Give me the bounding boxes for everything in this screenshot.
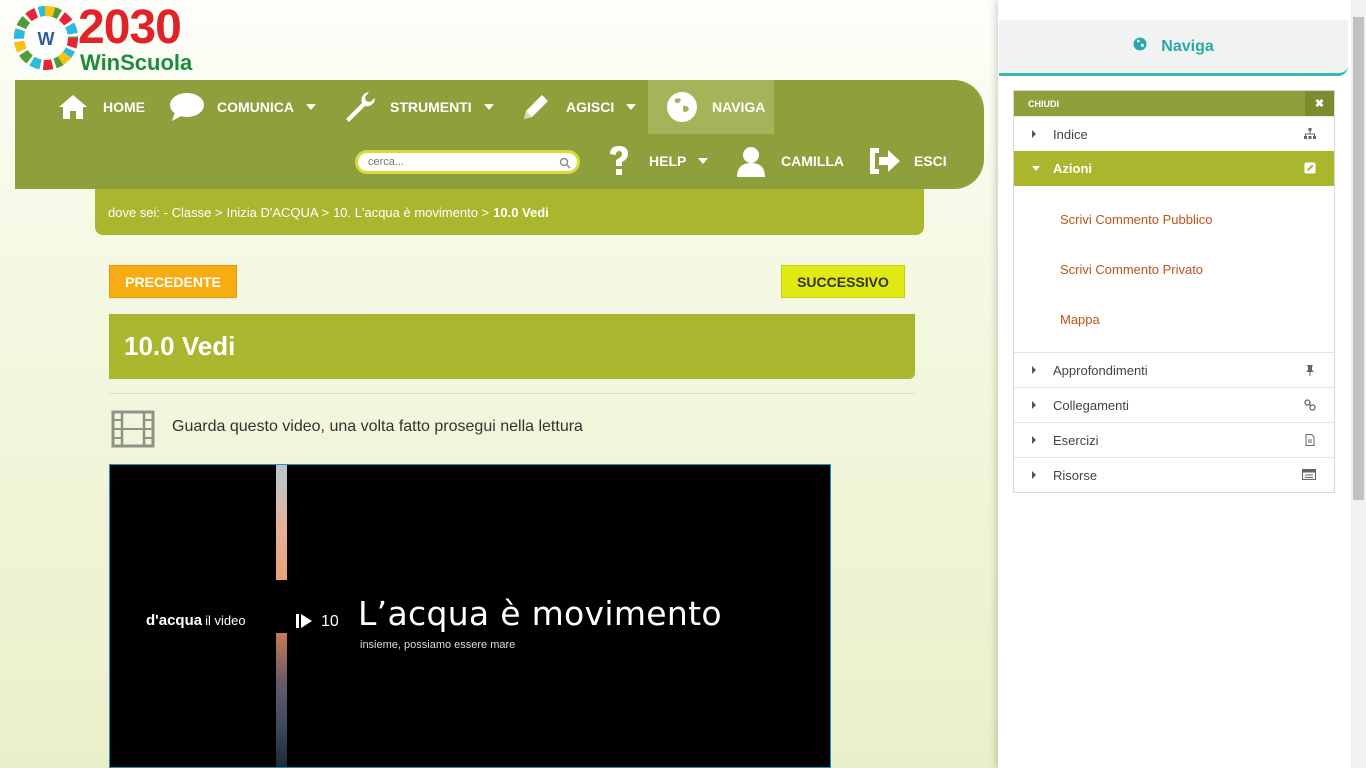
menu-item-collegamenti[interactable]: Collegamenti: [1014, 387, 1334, 422]
close-label: CHIUDI: [1028, 98, 1059, 109]
breadcrumb-current: 10.0 Vedi: [493, 204, 549, 220]
nav-user-label: CAMILLA: [781, 153, 844, 169]
divider: [109, 393, 915, 394]
video-subtitle: insieme, possiamo essere mare: [360, 639, 516, 651]
video-image-strip-bottom: [276, 633, 287, 767]
caret-right-icon: [1032, 366, 1036, 374]
nav-agisci[interactable]: AGISCI: [518, 80, 637, 134]
video-image-strip-top: [276, 465, 287, 580]
naviga-panel: Naviga CHIUDI ✖ Indice Azioni Scrivi Com…: [998, 0, 1351, 768]
instruction-text: Guarda questo video, una volta fatto pro…: [172, 418, 583, 435]
menu-item-esercizi[interactable]: Esercizi: [1014, 422, 1334, 457]
film-icon: [111, 410, 155, 453]
document-icon: [1304, 434, 1316, 449]
user-icon: [733, 143, 769, 179]
naviga-menu: CHIUDI ✖ Indice Azioni Scrivi Commento P…: [1013, 90, 1335, 493]
breadcrumb-prefix[interactable]: dove sei: - Classe >: [108, 205, 223, 220]
nav-esci-label: ESCI: [914, 153, 947, 169]
nav-strumenti[interactable]: STRUMENTI: [342, 80, 494, 134]
nav-esci[interactable]: ESCI: [866, 134, 947, 188]
nav-help-label: HELP: [649, 153, 687, 169]
caret-right-icon: [1032, 436, 1036, 444]
sitemap-icon: [1304, 128, 1316, 143]
nav-comunica-label: COMUNICA: [217, 99, 294, 115]
next-button[interactable]: SUCCESSIVO: [781, 265, 905, 298]
menu-item-indice[interactable]: Indice: [1014, 116, 1334, 151]
breadcrumb-item-lesson[interactable]: 10. L'acqua è movimento >: [333, 205, 489, 220]
action-private-comment[interactable]: Scrivi Commento Privato: [1014, 244, 1334, 294]
video-player[interactable]: d'acqua il video 10 L’acqua è movimento i…: [109, 464, 831, 768]
video-episode-number: 10: [321, 613, 339, 630]
previous-button[interactable]: PRECEDENTE: [109, 265, 237, 298]
nav-agisci-label: AGISCI: [566, 99, 615, 115]
panel-header: Naviga: [999, 20, 1348, 76]
chevron-down-icon: [698, 158, 709, 164]
breadcrumb-item-inizia[interactable]: Inizia D'ACQUA >: [227, 205, 330, 220]
video-brand: d'acqua il video: [146, 612, 246, 629]
link-icon: [1304, 399, 1316, 414]
site-logo[interactable]: W 2030 WinScuola: [14, 1, 214, 75]
logout-icon: [866, 143, 902, 179]
menu-item-azioni[interactable]: Azioni: [1014, 151, 1334, 186]
breadcrumb: dove sei: - Classe > Inizia D'ACQUA > 10…: [95, 189, 924, 235]
nav-home-label: HOME: [103, 99, 145, 115]
pencil-icon: [518, 89, 554, 125]
chevron-down-icon: [626, 104, 637, 110]
menu-item-label: Approfondimenti: [1053, 362, 1148, 378]
chevron-down-icon: [306, 104, 316, 110]
wrench-icon: [342, 89, 378, 125]
edit-icon: [1304, 162, 1316, 177]
action-map[interactable]: Mappa: [1014, 294, 1334, 344]
globe-icon: [1133, 37, 1147, 56]
menu-item-label: Azioni: [1053, 161, 1092, 176]
nav-comunica[interactable]: COMUNICA: [169, 80, 316, 134]
close-icon[interactable]: ✖: [1305, 91, 1334, 116]
globe-icon: [664, 89, 700, 125]
caret-down-icon: [1032, 166, 1040, 171]
nav-home[interactable]: HOME: [55, 80, 145, 134]
logo-winscuola-text: WinScuola: [80, 50, 193, 75]
main-navbar: HOME COMUNICA STRUMENTI AGISCI NAVIGA ce…: [15, 80, 984, 189]
caret-right-icon: [1032, 471, 1036, 479]
close-bar[interactable]: CHIUDI ✖: [1014, 91, 1334, 116]
nav-help[interactable]: HELP: [601, 134, 709, 188]
nav-naviga-label: NAVIGA: [712, 99, 766, 115]
video-brand-name: d'acqua: [146, 612, 203, 629]
caret-right-icon: [1032, 401, 1036, 409]
menu-item-label: Esercizi: [1053, 432, 1099, 448]
menu-item-label: Indice: [1053, 126, 1088, 142]
search-input[interactable]: [368, 156, 558, 168]
azioni-submenu: Scrivi Commento Pubblico Scrivi Commento…: [1014, 186, 1334, 352]
menu-item-risorse[interactable]: Risorse: [1014, 457, 1334, 492]
logo-2030-text: 2030: [78, 1, 182, 54]
video-title: L’acqua è movimento: [358, 594, 722, 633]
nav-strumenti-label: STRUMENTI: [390, 99, 472, 115]
home-icon: [55, 89, 91, 125]
search-icon[interactable]: [559, 156, 571, 174]
menu-item-approfondimenti[interactable]: Approfondimenti: [1014, 352, 1334, 387]
panel-title: Naviga: [1161, 37, 1214, 55]
nav-user[interactable]: CAMILLA: [733, 134, 844, 188]
pin-icon: [1304, 364, 1316, 379]
logo-letter: W: [38, 29, 55, 49]
search-box: [355, 150, 580, 174]
chevron-down-icon: [483, 104, 494, 110]
video-brand-suffix: il video: [205, 613, 246, 628]
chat-bubble-icon: [169, 89, 205, 125]
list-icon: [1302, 469, 1316, 484]
page-title: 10.0 Vedi: [109, 314, 915, 379]
scrollbar-thumb[interactable]: [1353, 17, 1364, 500]
caret-right-icon: [1032, 130, 1036, 138]
nav-naviga[interactable]: NAVIGA: [648, 80, 774, 134]
menu-item-label: Collegamenti: [1053, 397, 1129, 413]
question-icon: [601, 143, 637, 179]
play-next-icon: [295, 613, 313, 634]
sdg-wheel-icon: W: [14, 6, 78, 70]
menu-item-label: Risorse: [1053, 467, 1098, 483]
scrollbar[interactable]: [1351, 0, 1366, 768]
action-public-comment[interactable]: Scrivi Commento Pubblico: [1014, 194, 1334, 244]
